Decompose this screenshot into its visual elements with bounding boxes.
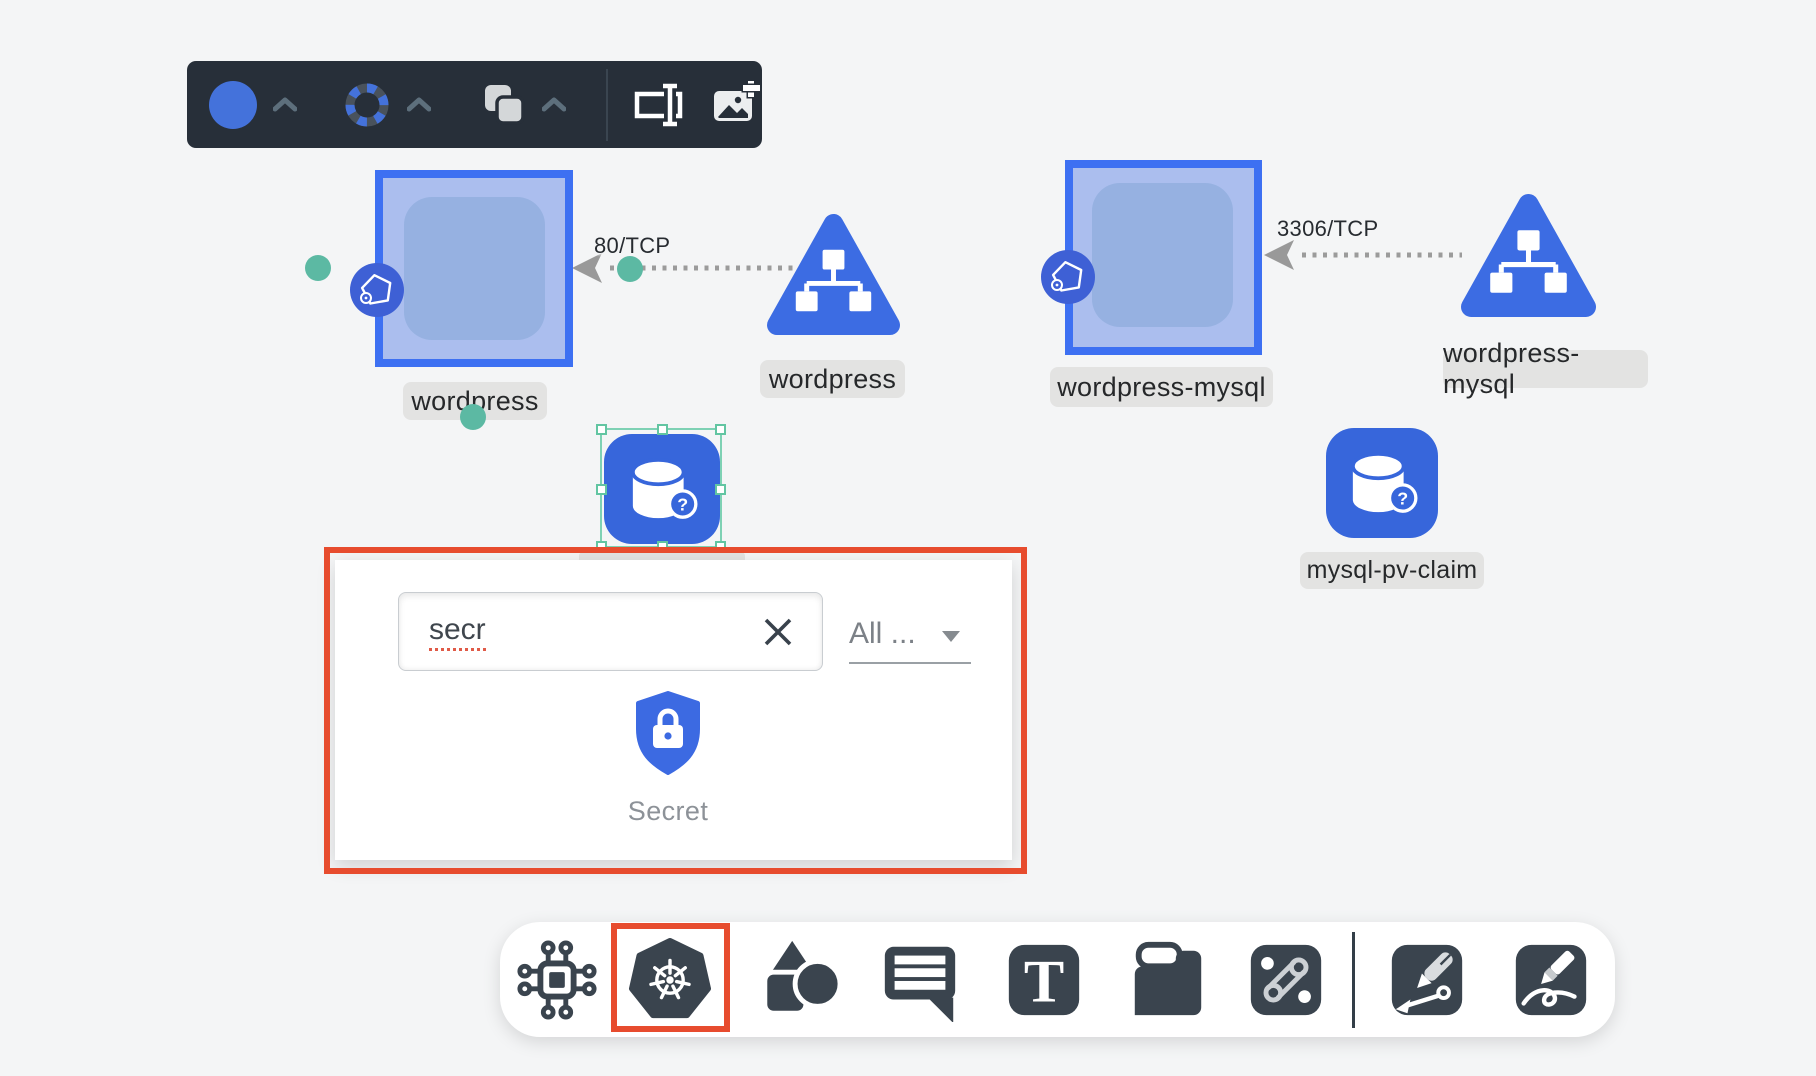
rename-icon[interactable] [632,81,684,129]
pvc-mysql-pv-claim[interactable]: ? [1326,428,1438,538]
selection-handle[interactable] [596,484,607,495]
infrastructure-diagram-tool[interactable] [514,937,600,1023]
stroke-ring-swatch-icon[interactable] [343,81,391,129]
text-icon: T [1002,938,1086,1022]
chevron-up-icon[interactable] [407,97,431,112]
edge-label: 80/TCP [594,233,670,259]
selection-handle[interactable] [657,541,668,552]
filter-value: All ... [849,617,916,651]
selection-handle[interactable] [715,484,726,495]
frame-icon [1126,938,1210,1022]
chevron-up-icon[interactable] [273,97,297,112]
result-label: Secret [628,796,708,827]
shapes-tool[interactable] [757,937,843,1023]
search-query-text: secr [429,613,486,651]
pen-arrow-icon [1385,938,1469,1022]
category-filter-dropdown[interactable]: All ... [849,612,973,656]
service-wordpress-mysql[interactable] [1460,192,1597,325]
circuit-chip-icon [515,938,599,1022]
search-result-secret[interactable]: Secret [596,690,740,830]
pen-arrow-tool[interactable] [1384,937,1470,1023]
toolbar-divider [1352,932,1355,1028]
node-label: wordpress-mysql [1443,350,1648,388]
canvas[interactable]: 80/TCP 3306/TCP wordpress wordpress [0,0,1816,1076]
edge-handle[interactable] [617,256,643,282]
frame-tool[interactable] [1125,937,1211,1023]
service-wordpress[interactable] [767,212,900,343]
pod-badge-icon[interactable] [1041,250,1095,304]
shapes-icon [758,938,842,1022]
text-tool[interactable]: T [1001,937,1087,1023]
database-question-icon: ? [1333,436,1431,530]
selection-handle[interactable] [657,424,668,435]
chain-link-icon [1244,938,1328,1022]
fill-color-swatch-icon[interactable] [209,81,257,129]
scribble-pencil-icon [1509,938,1593,1022]
node-label: mysql-pv-claim [1300,552,1484,589]
pentagon-pod-icon [350,263,404,317]
clear-search-icon[interactable] [762,616,794,648]
node-label: wordpress [760,360,905,398]
scribble-tool[interactable] [1508,937,1594,1023]
secret-shield-icon [632,690,704,776]
selection-handle[interactable] [596,424,607,435]
chevron-up-icon[interactable] [542,97,566,112]
pod-badge-icon[interactable] [350,263,404,317]
selection-handle[interactable] [715,424,726,435]
tool-palette: T [500,922,1615,1037]
connector-tool[interactable] [1243,937,1329,1023]
search-input[interactable]: secr [398,592,823,671]
svg-text:T: T [1024,948,1064,1015]
connection-handle[interactable] [460,404,486,430]
selection-handle[interactable] [715,541,726,552]
kubernetes-tool[interactable] [627,937,713,1023]
dropdown-underline [849,662,971,664]
edge-label: 3306/TCP [1277,216,1378,242]
connection-handle[interactable] [305,255,331,281]
chevron-down-icon [942,631,960,642]
pentagon-pod-icon [1041,250,1095,304]
pod-inner-shape [1092,183,1233,327]
svg-text:?: ? [1397,489,1408,509]
duplicate-icon[interactable] [481,82,527,128]
comment-tool[interactable] [877,937,963,1023]
selection-handle[interactable] [596,541,607,552]
toolbar-divider [606,69,608,141]
style-toolbar [187,61,762,148]
pod-inner-shape [404,197,545,340]
kubernetes-icon [628,938,712,1022]
pod-wordpress[interactable] [375,170,573,367]
comment-icon [878,938,962,1022]
node-label: wordpress-mysql [1050,367,1273,407]
selection-frame [600,428,722,548]
add-image-icon[interactable] [712,81,762,129]
